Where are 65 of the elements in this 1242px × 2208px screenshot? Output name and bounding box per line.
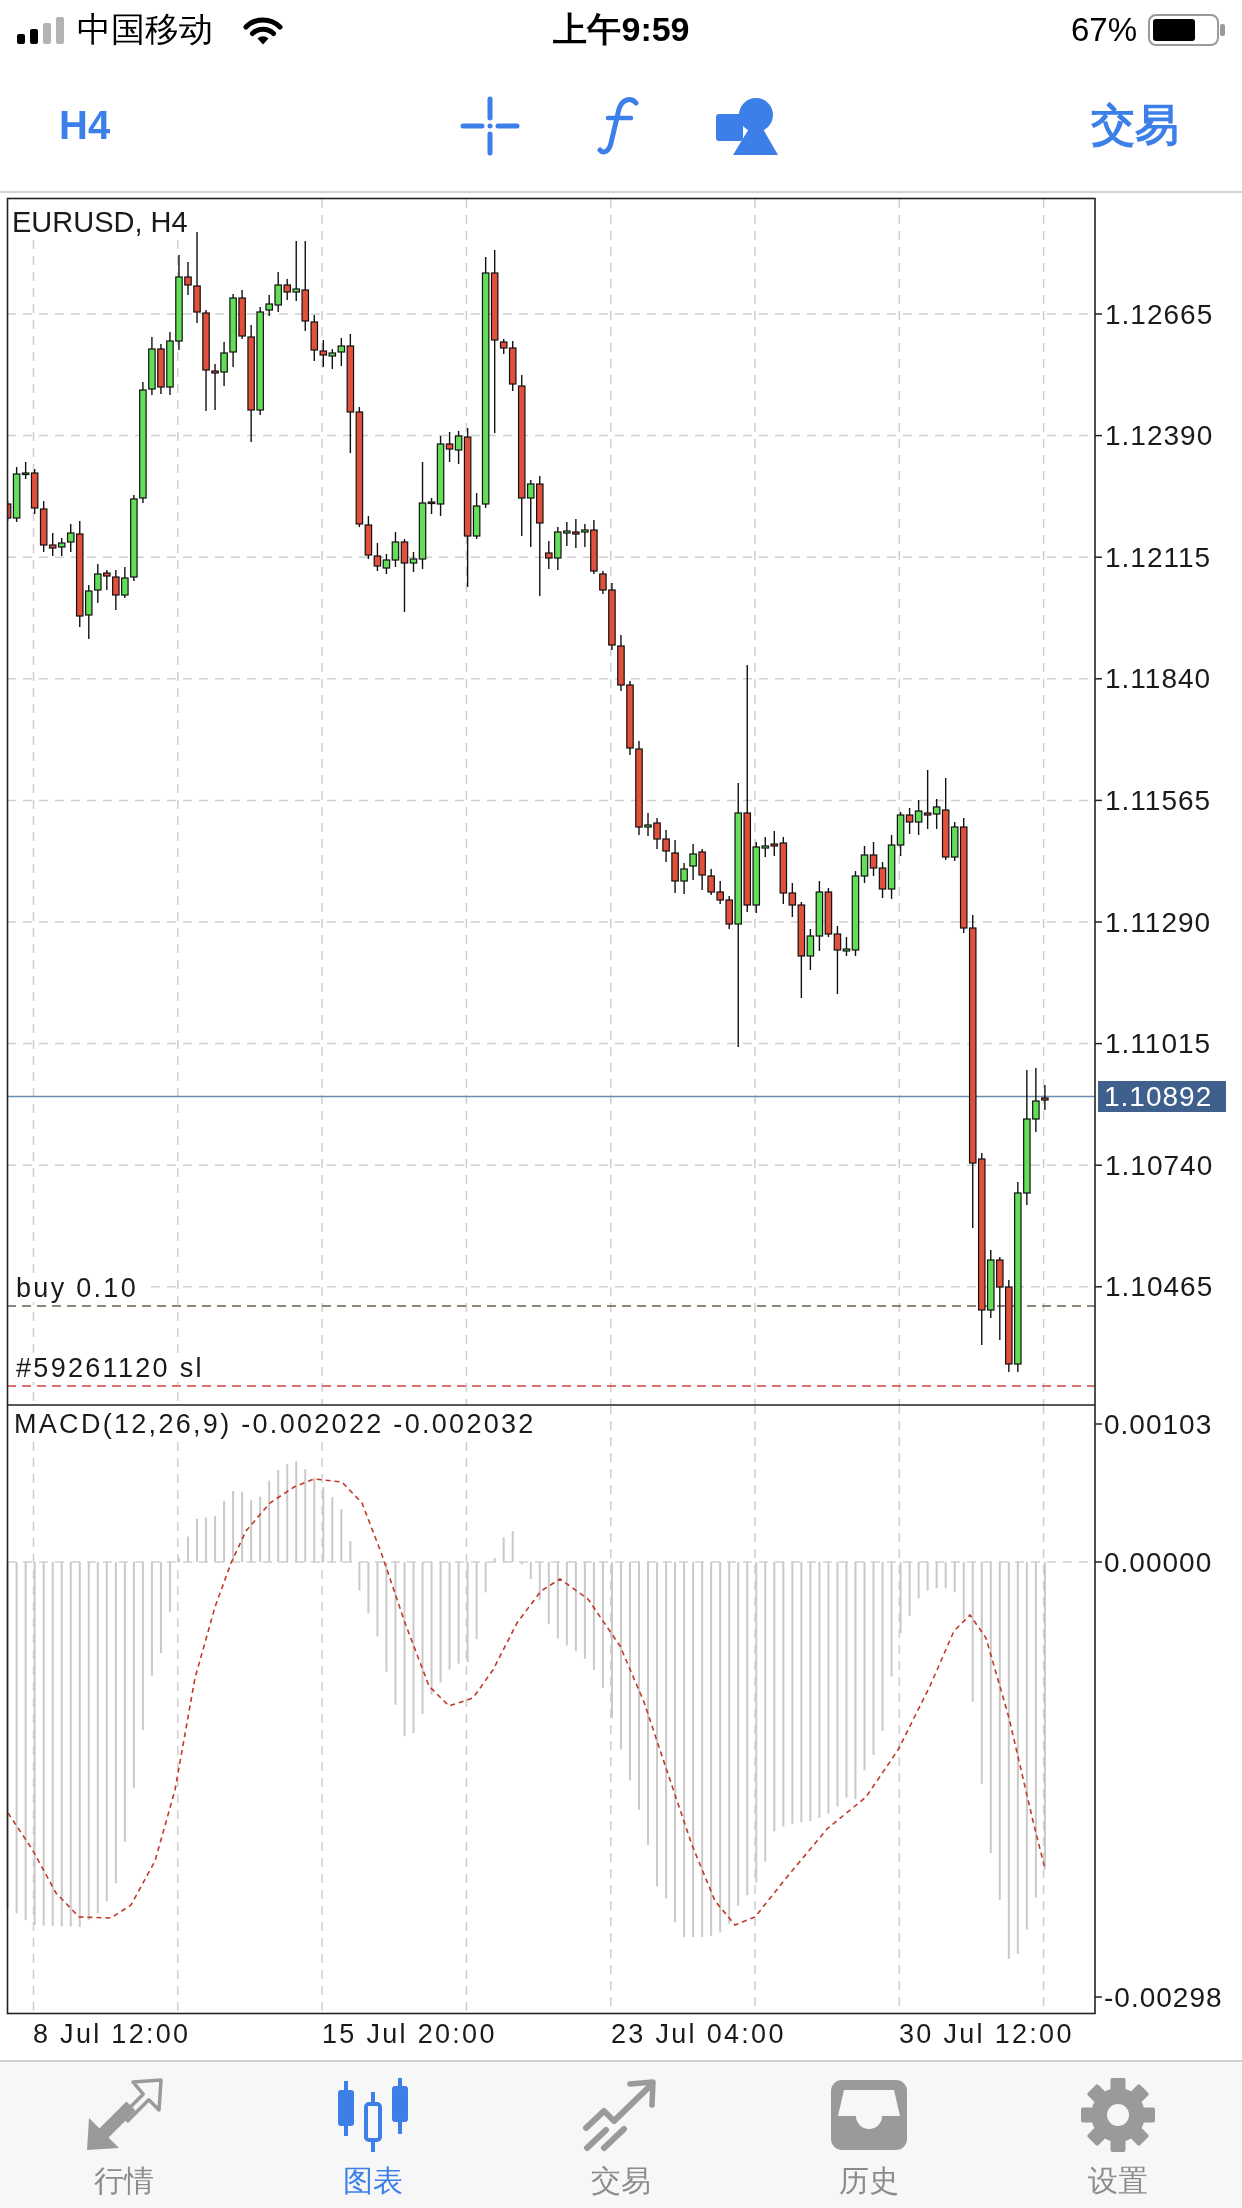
status-time: 上午9:59 xyxy=(553,9,690,50)
bearish-candle xyxy=(833,925,842,995)
bullish-candle xyxy=(950,821,959,862)
tab-bar-item[interactable]: 设置 xyxy=(1078,2078,1157,2197)
bearish-candle xyxy=(824,887,833,938)
price-tick-label: 1.10465 xyxy=(1105,1271,1214,1303)
bearish-candle xyxy=(572,518,580,549)
price-tick-label: 1.11840 xyxy=(1105,663,1212,695)
price-tick-label: 1.12115 xyxy=(1105,541,1212,573)
tab-bar-item[interactable]: 交易 xyxy=(582,2078,660,2197)
wifi-icon xyxy=(243,15,283,45)
macd-indicator-label: MACD(12,26,9) -0.002022 -0.002032 xyxy=(14,1409,536,1439)
bullish-candle xyxy=(454,430,463,465)
bullish-candle xyxy=(932,798,941,830)
macd-tick-label: 0.00000 xyxy=(1104,1546,1213,1578)
bearish-candle xyxy=(905,807,914,835)
time-axis-label: 8 Jul 12:00 xyxy=(33,2019,191,2049)
macd-tick-label: 0.00103 xyxy=(1104,1408,1213,1440)
function-icon[interactable] xyxy=(597,96,639,155)
bullish-candle xyxy=(581,523,589,548)
shapes-icon[interactable] xyxy=(716,96,778,155)
order-label: #59261120 sl xyxy=(16,1353,204,1383)
macd-tick-label: -0.00298 xyxy=(1104,1981,1223,2013)
crosshair-icon[interactable] xyxy=(460,95,520,156)
time-axis-label: 30 Jul 12:00 xyxy=(899,2019,1074,2049)
tab-bar-item[interactable]: 图表 xyxy=(333,2078,412,2197)
bearish-candle xyxy=(1041,1084,1049,1111)
order-label: buy 0.10 xyxy=(16,1273,138,1303)
bearish-candle xyxy=(869,841,878,877)
bullish-candle xyxy=(526,479,535,548)
bearish-candle xyxy=(445,431,454,463)
tab-bar-item[interactable]: 历史 xyxy=(830,2078,909,2197)
bearish-candle xyxy=(283,278,292,301)
carrier-name: 中国移动 xyxy=(77,9,213,50)
bullish-candle xyxy=(644,812,652,837)
price-tick-label: 1.11290 xyxy=(1105,906,1212,938)
tray-icon xyxy=(830,2078,909,2152)
settings-icon xyxy=(1078,2078,1157,2152)
bearish-candle xyxy=(7,500,12,522)
time-axis-label: 15 Jul 20:00 xyxy=(322,2019,497,2049)
time-axis-label: 23 Jul 04:00 xyxy=(611,2019,786,2049)
current-price-badge: 1.10892 xyxy=(1098,1081,1226,1112)
price-tick-label: 1.11565 xyxy=(1105,784,1212,816)
price-tick-label: 1.10740 xyxy=(1105,1149,1214,1181)
price-tick-label: 1.12665 xyxy=(1105,298,1214,330)
bearish-candle xyxy=(157,343,165,395)
bullish-candle xyxy=(337,337,346,367)
chart-symbol-label: EURUSD, H4 xyxy=(12,206,188,238)
battery-percentage: 67% xyxy=(1070,11,1137,49)
price-tick-label: 1.11015 xyxy=(1105,1028,1212,1060)
bearish-candle xyxy=(923,769,932,830)
arrows-icon xyxy=(85,2078,164,2152)
bullish-candle xyxy=(328,348,337,370)
trade-button[interactable]: 交易 xyxy=(1091,96,1179,155)
tab-bar-item[interactable]: 行情 xyxy=(85,2078,164,2197)
battery-icon xyxy=(1148,14,1226,46)
bearish-candle xyxy=(427,497,436,515)
bullish-candle xyxy=(987,1249,995,1319)
signal-strength-icon xyxy=(17,16,65,44)
bearish-candle xyxy=(30,468,39,515)
timeframe-button[interactable]: H4 xyxy=(59,103,111,148)
bullish-candle xyxy=(914,799,923,836)
bearish-candle xyxy=(878,861,887,899)
bullish-candle xyxy=(292,240,301,302)
price-tick-label: 1.12390 xyxy=(1105,420,1214,452)
